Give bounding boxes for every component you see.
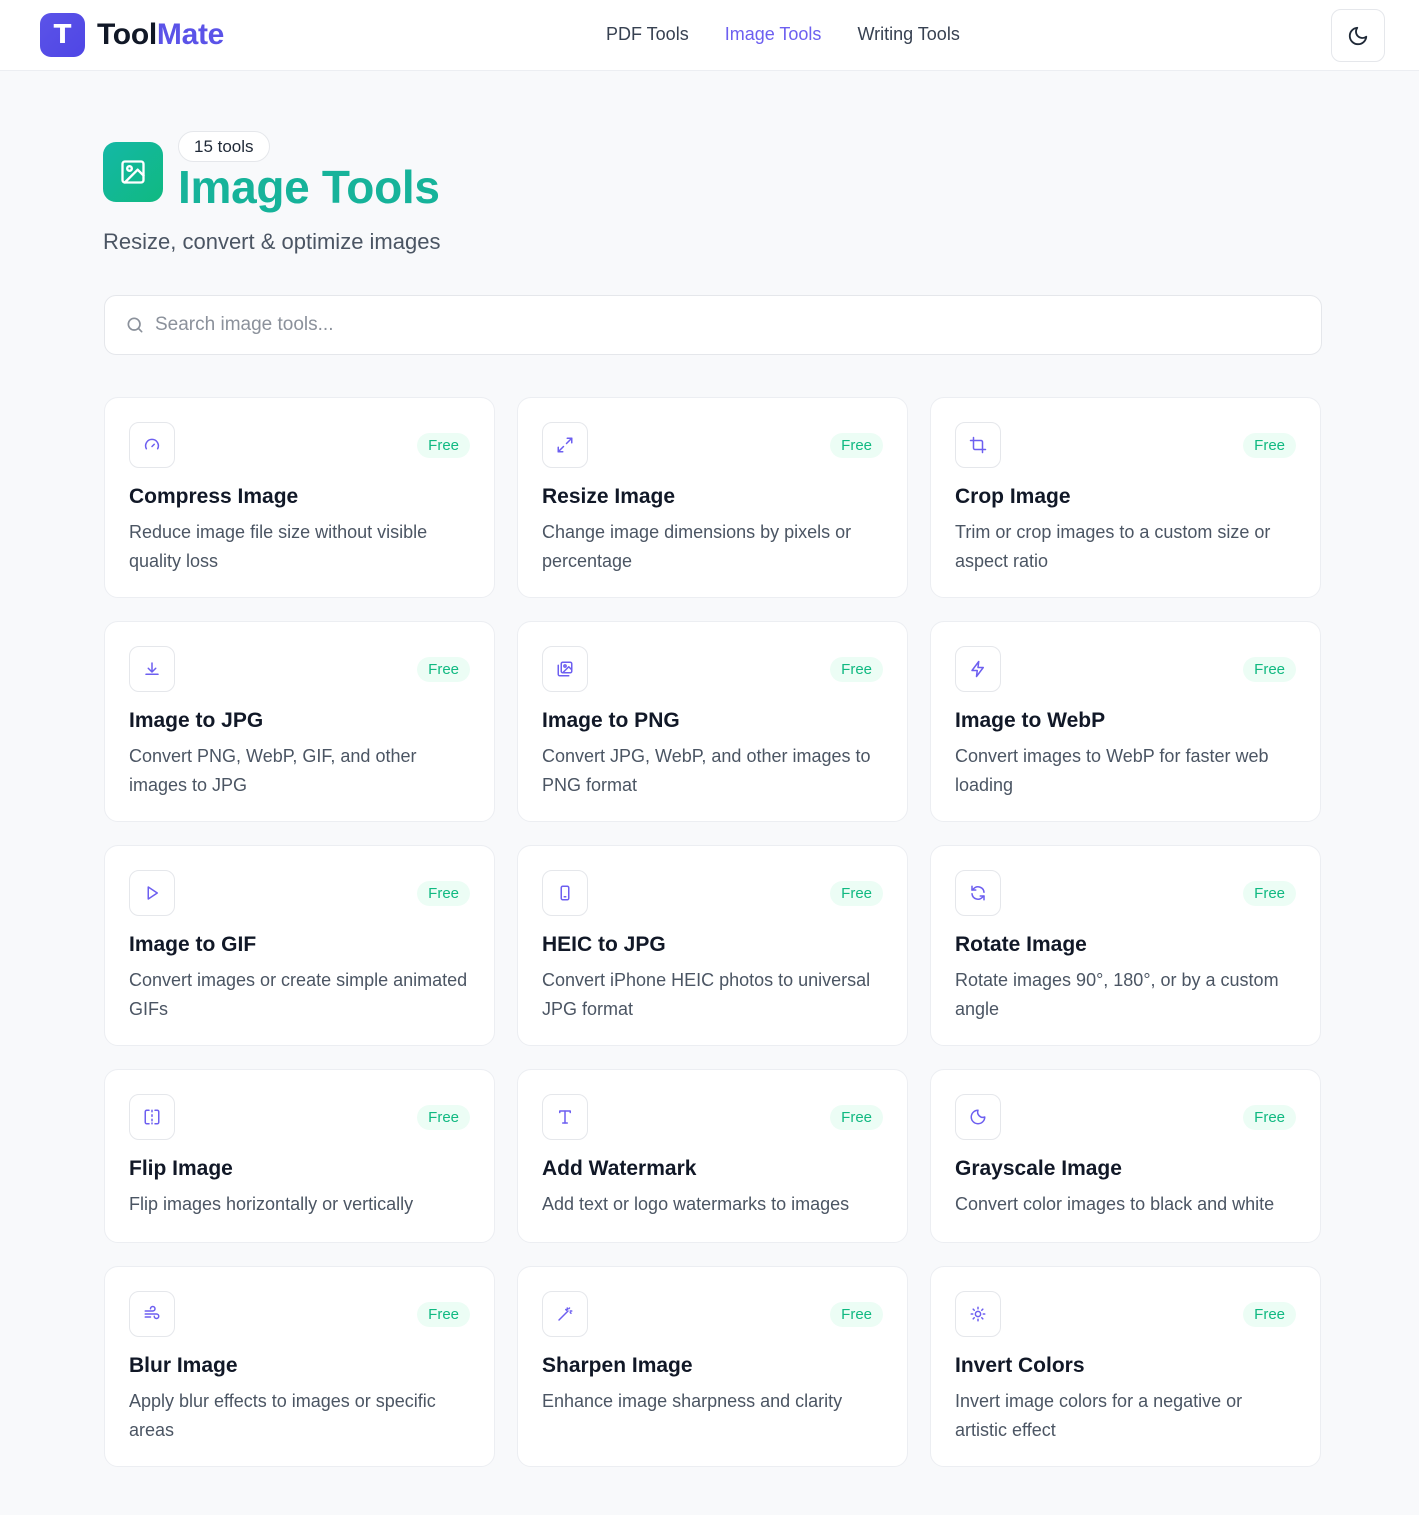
- type-icon: [542, 1094, 588, 1140]
- free-badge: Free: [830, 657, 883, 682]
- moon-icon: [1347, 25, 1369, 47]
- logo-icon: T: [40, 13, 85, 57]
- tool-title: Rotate Image: [955, 933, 1087, 956]
- tool-card-invert-colors[interactable]: Free Invert Colors Invert image colors for…: [930, 1266, 1321, 1467]
- free-badge: Free: [1243, 657, 1296, 682]
- tool-description: Convert color images to black and white: [955, 1194, 1275, 1214]
- free-badge: Free: [830, 881, 883, 906]
- free-badge: Free: [1243, 881, 1296, 906]
- tool-card-crop-image[interactable]: Free Crop Image Trim or crop images to a c…: [930, 397, 1321, 598]
- tool-description: Convert images or create simple animated…: [129, 970, 468, 1019]
- free-badge: Free: [830, 433, 883, 458]
- download-icon: [129, 646, 175, 692]
- rotate-icon: [955, 870, 1001, 916]
- tool-count-badge: 15 tools: [178, 131, 270, 162]
- sun-icon: [955, 1291, 1001, 1337]
- tool-description: Convert iPhone HEIC photos to universal …: [542, 970, 871, 1019]
- tool-description: Trim or crop images to a custom size or …: [955, 522, 1271, 571]
- tool-card-image-to-gif[interactable]: Free Image to GIF Convert images or create…: [104, 845, 495, 1046]
- tool-title: Grayscale Image: [955, 1157, 1122, 1180]
- tool-card-grayscale-image[interactable]: Free Grayscale Image Convert color images …: [930, 1069, 1321, 1243]
- flip-icon: [129, 1094, 175, 1140]
- free-badge: Free: [417, 1302, 470, 1327]
- zap-icon: [955, 646, 1001, 692]
- tool-description: Apply blur effects to images or specific…: [129, 1391, 436, 1440]
- tool-description: Add text or logo watermarks to images: [542, 1194, 850, 1214]
- main-nav: PDF Tools Image Tools Writing Tools: [606, 24, 960, 45]
- logo[interactable]: T ToolMate: [40, 13, 224, 57]
- tool-card-image-to-jpg[interactable]: Free Image to JPG Convert PNG, WebP, GIF, …: [104, 621, 495, 822]
- tool-card-flip-image[interactable]: Free Flip Image Flip images horizontally o…: [104, 1069, 495, 1243]
- tool-title: Blur Image: [129, 1354, 238, 1377]
- tool-title: Sharpen Image: [542, 1354, 693, 1377]
- tool-title: HEIC to JPG: [542, 933, 666, 956]
- tool-title: Image to GIF: [129, 933, 257, 956]
- top-navigation-bar: T ToolMate PDF Tools Image Tools Writing…: [0, 0, 1419, 71]
- expand-icon: [542, 422, 588, 468]
- tool-card-add-watermark[interactable]: Free Add Watermark Add text or logo waterm…: [517, 1069, 908, 1243]
- tool-card-heic-to-jpg[interactable]: Free HEIC to JPG Convert iPhone HEIC photo…: [517, 845, 908, 1046]
- tool-description: Rotate images 90°, 180°, or by a custom …: [955, 970, 1279, 1019]
- tool-card-resize-image[interactable]: Free Resize Image Change image dimensions …: [517, 397, 908, 598]
- tool-card-sharpen-image[interactable]: Free Sharpen Image Enhance image sharpness…: [517, 1266, 908, 1467]
- images-icon: [542, 646, 588, 692]
- image-icon: [103, 142, 163, 202]
- tool-description: Reduce image file size without visible q…: [129, 522, 428, 571]
- tools-grid: Free Compress Image Reduce image file size…: [104, 397, 1322, 1467]
- free-badge: Free: [830, 1302, 883, 1327]
- tool-description: Convert PNG, WebP, GIF, and other images…: [129, 746, 417, 795]
- free-badge: Free: [417, 433, 470, 458]
- tool-description: Convert images to WebP for faster web lo…: [955, 746, 1269, 795]
- gauge-icon: [129, 422, 175, 468]
- nav-writing-tools[interactable]: Writing Tools: [857, 24, 959, 45]
- logo-text-part1: Tool: [97, 18, 157, 51]
- tool-card-compress-image[interactable]: Free Compress Image Reduce image file size…: [104, 397, 495, 598]
- tool-title: Add Watermark: [542, 1157, 697, 1180]
- tool-title: Crop Image: [955, 485, 1071, 508]
- wind-icon: [129, 1291, 175, 1337]
- phone-icon: [542, 870, 588, 916]
- tool-description: Enhance image sharpness and clarity: [542, 1391, 843, 1411]
- tool-card-image-to-webp[interactable]: Free Image to WebP Convert images to WebP …: [930, 621, 1321, 822]
- tool-card-rotate-image[interactable]: Free Rotate Image Rotate images 90°, 180°,…: [930, 845, 1321, 1046]
- tool-title: Image to WebP: [955, 709, 1106, 732]
- tool-description: Invert image colors for a negative or ar…: [955, 1391, 1243, 1440]
- tool-title: Resize Image: [542, 485, 676, 508]
- nav-pdf-tools[interactable]: PDF Tools: [606, 24, 689, 45]
- tool-description: Convert JPG, WebP, and other images to P…: [542, 746, 871, 795]
- tool-title: Flip Image: [129, 1157, 233, 1180]
- tool-title: Compress Image: [129, 485, 299, 508]
- search-input[interactable]: [155, 314, 1255, 336]
- page-subtitle: Resize, convert & optimize images: [103, 229, 441, 254]
- search-box: [104, 295, 1322, 355]
- crop-icon: [955, 422, 1001, 468]
- tool-card-image-to-png[interactable]: Free Image to PNG Convert JPG, WebP, and o…: [517, 621, 908, 822]
- free-badge: Free: [1243, 433, 1296, 458]
- free-badge: Free: [830, 1105, 883, 1130]
- contrast-icon: [955, 1094, 1001, 1140]
- free-badge: Free: [417, 657, 470, 682]
- tool-description: Flip images horizontally or vertically: [129, 1194, 414, 1214]
- play-icon: [129, 870, 175, 916]
- free-badge: Free: [417, 1105, 470, 1130]
- wand-icon: [542, 1291, 588, 1337]
- tool-title: Image to JPG: [129, 709, 264, 732]
- tool-description: Change image dimensions by pixels or per…: [542, 522, 852, 571]
- tool-title: Image to PNG: [542, 709, 680, 732]
- tool-card-blur-image[interactable]: Free Blur Image Apply blur effects to imag…: [104, 1266, 495, 1467]
- nav-image-tools[interactable]: Image Tools: [725, 24, 822, 45]
- page-title: Image Tools: [178, 161, 440, 213]
- logo-text-part2: Mate: [156, 18, 225, 51]
- free-badge: Free: [1243, 1302, 1296, 1327]
- search-icon: [125, 315, 145, 335]
- free-badge: Free: [1243, 1105, 1296, 1130]
- logo-text: ToolMate: [97, 18, 224, 52]
- free-badge: Free: [417, 881, 470, 906]
- theme-toggle-button[interactable]: [1331, 9, 1385, 62]
- tool-title: Invert Colors: [955, 1354, 1085, 1377]
